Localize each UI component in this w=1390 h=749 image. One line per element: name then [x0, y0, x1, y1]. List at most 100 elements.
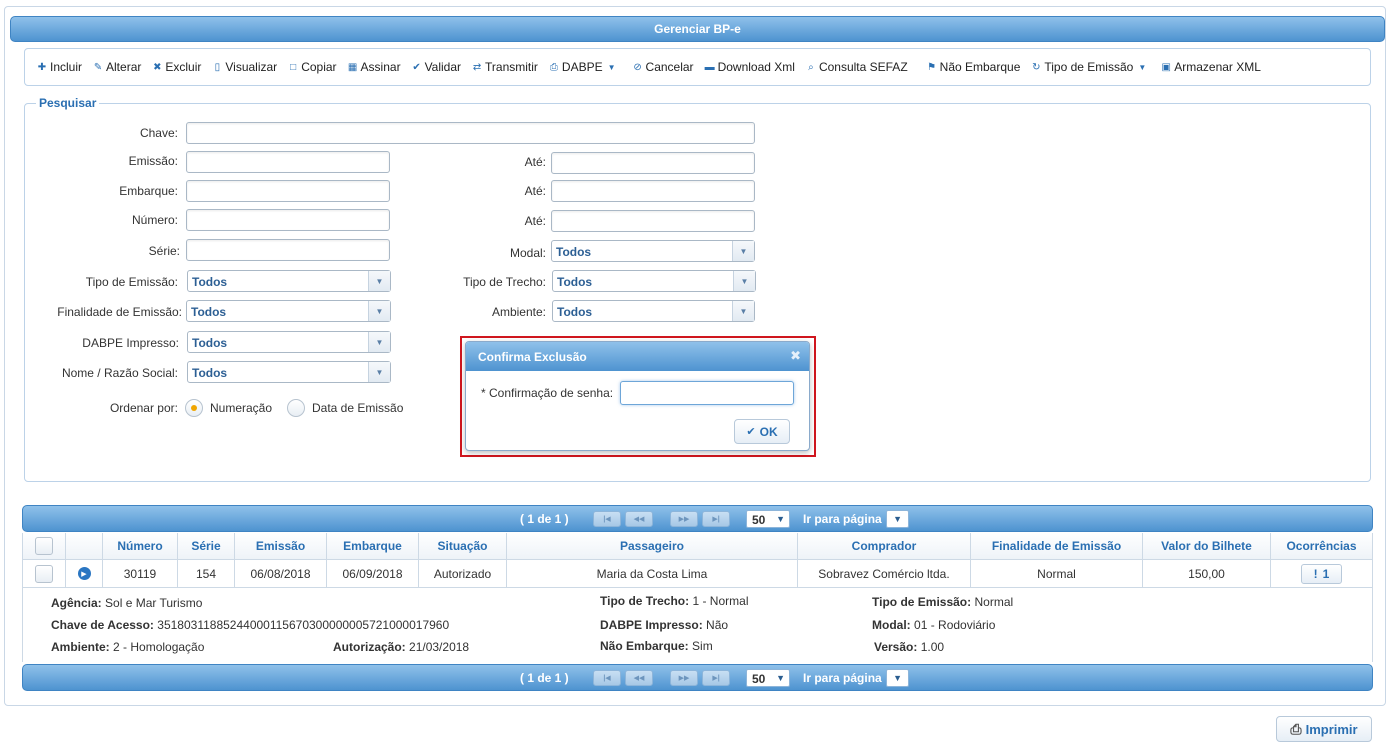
- col-finalidade[interactable]: Finalidade de Emissão: [971, 533, 1143, 559]
- validar-label: Validar: [424, 60, 462, 74]
- col-situacao[interactable]: Situação: [419, 533, 507, 559]
- col-embarque[interactable]: Embarque: [327, 533, 419, 559]
- first-page-button[interactable]: |◀: [593, 511, 621, 527]
- col-valor[interactable]: Valor do Bilhete: [1143, 533, 1271, 559]
- page-title: Gerenciar BP-e: [654, 22, 741, 36]
- serie-input[interactable]: [186, 239, 390, 261]
- detail-chave: Chave de Acesso: 35180311885244000115670…: [51, 618, 450, 632]
- col-ocorrencias[interactable]: Ocorrências: [1271, 533, 1372, 559]
- order-numeracao-label: Numeração: [210, 401, 273, 415]
- finalidade-select-value: Todos: [191, 305, 227, 319]
- chevron-down-icon: ▼: [732, 241, 754, 261]
- first-page-button[interactable]: |◀: [593, 670, 621, 686]
- document-icon: ▯: [214, 61, 221, 73]
- ocorrencias-count: 1: [1322, 566, 1330, 581]
- chave-input[interactable]: [186, 122, 755, 144]
- cell-comprador: Sobravez Comércio ltda.: [798, 560, 971, 587]
- tipo-emissao-select[interactable]: Todos ▼: [187, 270, 391, 292]
- embarque-from-input[interactable]: [186, 180, 390, 202]
- order-data-emissao-radio[interactable]: [287, 399, 305, 417]
- chevron-down-icon: ▼: [368, 332, 390, 352]
- dabpe-impresso-select[interactable]: Todos ▼: [187, 331, 391, 353]
- detail-dabpe: DABPE Impresso: Não: [600, 618, 729, 632]
- embarque-to-input[interactable]: [551, 180, 755, 202]
- expand-row-icon[interactable]: ▶: [77, 567, 91, 580]
- next-page-button[interactable]: ▶▶: [670, 670, 698, 686]
- confirm-delete-dialog: Confirma Exclusão ✖ * Confirmação de sen…: [465, 341, 810, 451]
- incluir-button[interactable]: ✚ Incluir: [37, 60, 82, 74]
- refresh-icon: ↻: [1032, 61, 1041, 73]
- transmitir-button[interactable]: ⇄ Transmitir: [472, 60, 538, 74]
- password-input[interactable]: [620, 381, 794, 405]
- col-emissao[interactable]: Emissão: [235, 533, 327, 559]
- tipo-emissao-label: Tipo de Emissão:: [85, 275, 178, 289]
- emissao-from-input[interactable]: [186, 151, 390, 173]
- print-button[interactable]: ⎙ Imprimir: [1276, 716, 1372, 742]
- page-size-select[interactable]: 50 ▼: [746, 510, 790, 528]
- prev-page-button[interactable]: ◀◀: [625, 670, 653, 686]
- excluir-button[interactable]: ✖ Excluir: [152, 60, 201, 74]
- prev-page-button[interactable]: ◀◀: [625, 511, 653, 527]
- detail-modal: Modal: 01 - Rodoviário: [872, 618, 996, 632]
- ocorrencias-button[interactable]: ! 1: [1301, 563, 1342, 584]
- select-all-checkbox[interactable]: [35, 537, 53, 555]
- cell-passageiro: Maria da Costa Lima: [507, 560, 798, 587]
- numero-to-input[interactable]: [551, 210, 755, 232]
- embarque-label: Embarque:: [119, 184, 178, 198]
- dabpe-menu-button[interactable]: ⎙ DABPE ▼: [549, 60, 616, 74]
- validar-button[interactable]: ✔ Validar: [412, 60, 461, 74]
- col-passageiro[interactable]: Passageiro: [507, 533, 798, 559]
- last-page-button[interactable]: ▶|: [702, 511, 730, 527]
- ok-button[interactable]: ✔ OK: [734, 419, 790, 444]
- password-label: * Confirmação de senha:: [481, 386, 614, 400]
- transmitir-label: Transmitir: [485, 60, 538, 74]
- modal-select[interactable]: Todos ▼: [551, 240, 755, 262]
- row-detail: Agência: Sol e Mar Turismo Chave de Aces…: [22, 588, 1373, 662]
- page-size-select[interactable]: 50 ▼: [746, 669, 790, 687]
- ambiente-label: Ambiente:: [491, 305, 546, 319]
- col-comprador[interactable]: Comprador: [798, 533, 971, 559]
- order-numeracao-radio[interactable]: [185, 399, 203, 417]
- assinar-label: Assinar: [360, 60, 401, 74]
- cell-emissao: 06/08/2018: [235, 560, 327, 587]
- print-label: Imprimir: [1305, 721, 1358, 737]
- next-page-button[interactable]: ▶▶: [670, 511, 698, 527]
- visualizar-button[interactable]: ▯ Visualizar: [212, 60, 278, 74]
- finalidade-select[interactable]: Todos ▼: [186, 300, 391, 322]
- search-icon: ⌕: [808, 61, 814, 73]
- order-data-emissao-label: Data de Emissão: [312, 401, 404, 415]
- emissao-label: Emissão:: [128, 154, 178, 168]
- tipo-trecho-select-value: Todos: [557, 275, 593, 289]
- emissao-to-input[interactable]: [551, 152, 755, 174]
- cell-embarque: 06/09/2018: [327, 560, 419, 587]
- armazenar-xml-button[interactable]: ▣ Armazenar XML: [1161, 60, 1261, 74]
- col-serie[interactable]: Série: [178, 533, 235, 559]
- cancelar-button[interactable]: ⊘ Cancelar: [633, 60, 693, 74]
- emissao-ate-label: Até:: [524, 155, 546, 169]
- row-checkbox[interactable]: [35, 564, 53, 583]
- tipo-emissao-menu-button[interactable]: ↻ Tipo de Emissão ▼: [1031, 60, 1146, 74]
- page-size-value: 50: [752, 513, 766, 527]
- numero-from-input[interactable]: [186, 209, 390, 231]
- nome-select[interactable]: Todos ▼: [187, 361, 391, 383]
- close-icon[interactable]: ✖: [790, 348, 801, 364]
- cell-valor: 150,00: [1143, 560, 1271, 587]
- col-numero[interactable]: Número: [103, 533, 178, 559]
- tipo-trecho-select[interactable]: Todos ▼: [552, 270, 756, 292]
- consulta-sefaz-button[interactable]: ⌕ Consulta SEFAZ: [806, 60, 908, 74]
- assinar-button[interactable]: ▦ Assinar: [348, 60, 401, 74]
- download-xml-button[interactable]: ▬ Download Xml: [705, 60, 795, 74]
- consulta-sefaz-label: Consulta SEFAZ: [818, 60, 908, 74]
- ambiente-select[interactable]: Todos ▼: [552, 300, 755, 322]
- copiar-button[interactable]: □ Copiar: [288, 60, 336, 74]
- goto-page-select[interactable]: ▼: [886, 510, 909, 528]
- table-row[interactable]: ▶ 30119 154 06/08/2018 06/09/2018 Autori…: [22, 560, 1373, 588]
- chevron-down-icon: ▼: [732, 301, 754, 321]
- dabpe-impresso-label: DABPE Impresso:: [82, 336, 179, 350]
- alterar-button[interactable]: ✎ Alterar: [93, 60, 142, 74]
- detail-agencia: Agência: Sol e Mar Turismo: [51, 596, 203, 610]
- chevron-down-icon: ▼: [368, 362, 390, 382]
- nao-embarque-button[interactable]: ⚑ Não Embarque: [927, 60, 1020, 74]
- last-page-button[interactable]: ▶|: [702, 670, 730, 686]
- goto-page-select[interactable]: ▼: [886, 669, 909, 687]
